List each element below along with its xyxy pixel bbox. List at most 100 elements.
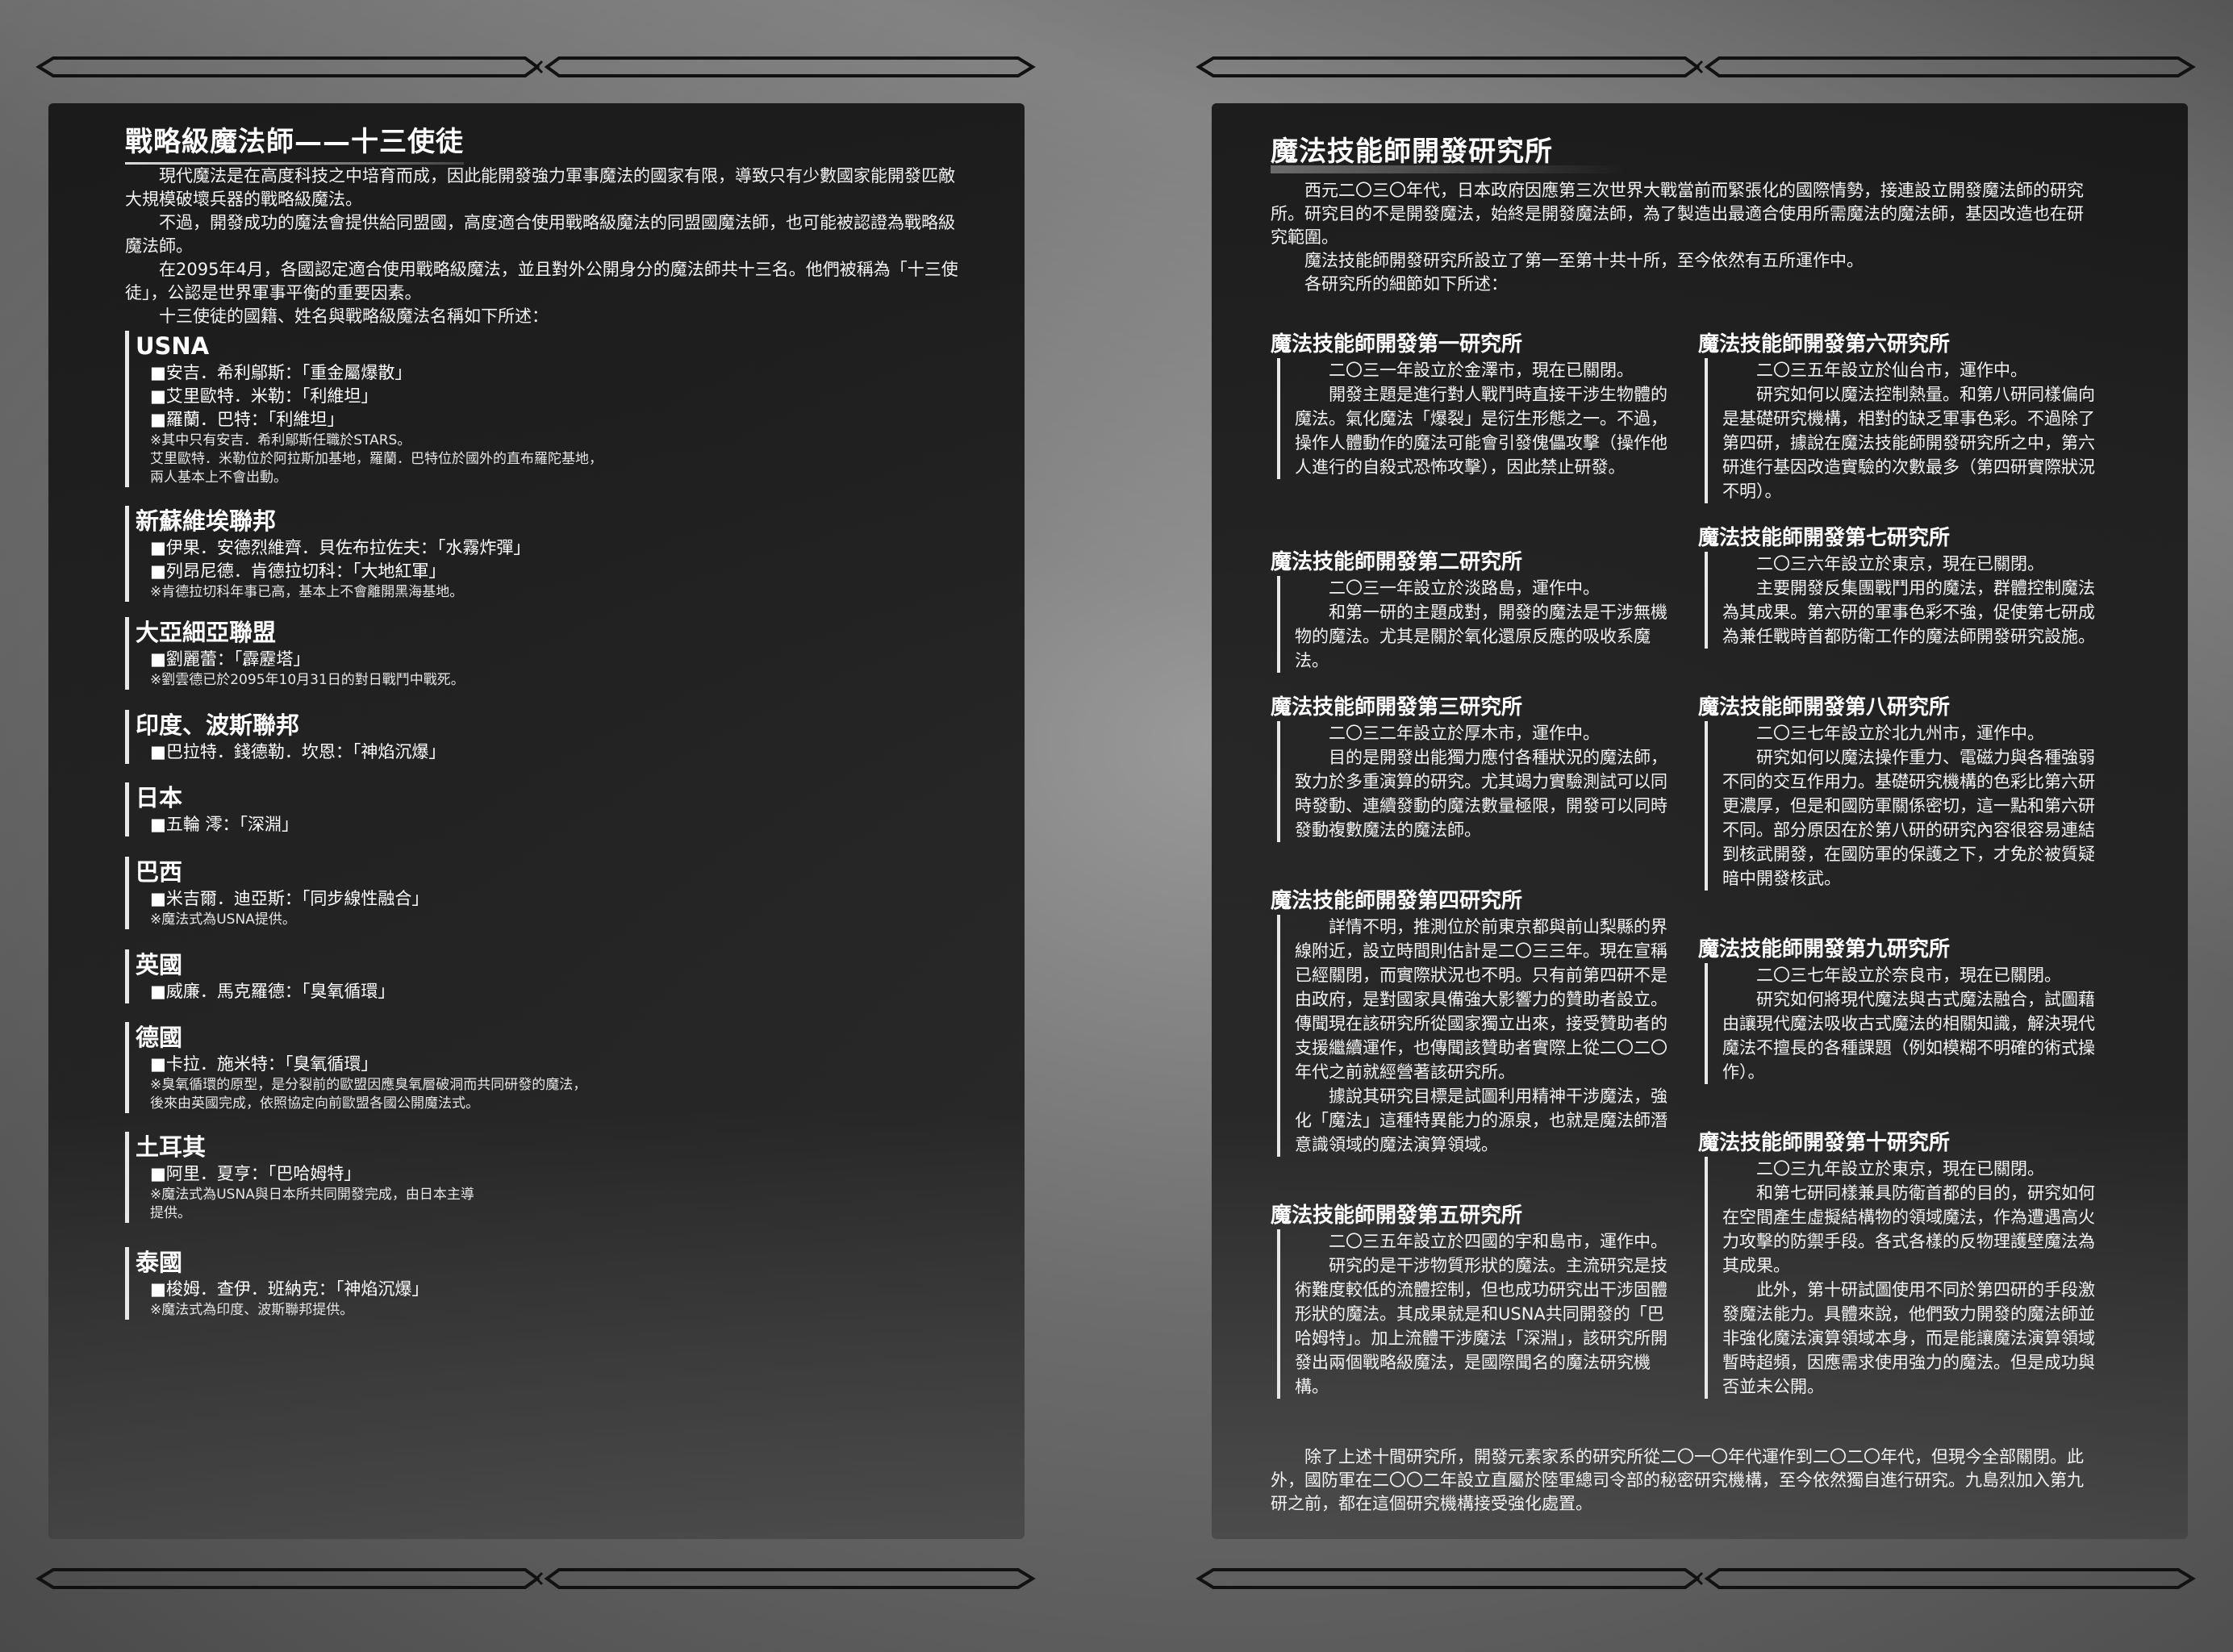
institute-paragraph: 二〇三五年設立於仙台市，運作中。 bbox=[1756, 361, 2027, 380]
nation-name: 土耳其 bbox=[136, 1133, 207, 1161]
nation-block-uk: 英國 ■威廉．馬克羅德：「臭氧循環」 bbox=[125, 949, 865, 1003]
institute-1: 魔法技能師開發第一研究所 二〇三一年設立於金澤市，現在已關閉。 開發主題是進行對… bbox=[1271, 331, 1678, 479]
nation-block-great-asian-alliance: 大亞細亞聯盟 ■劉麗蕾：「霹靂塔」 ※劉雲德已於2095年10月31日的對日戰鬥… bbox=[125, 617, 865, 690]
institute-heading: 魔法技能師開發第六研究所 bbox=[1698, 332, 1951, 357]
institute-3: 魔法技能師開發第三研究所 二〇三二年設立於厚木市，運作中。 目的是開發出能獨力應… bbox=[1271, 694, 1678, 842]
member-line: ■巴拉特．錢德勒．坎恩：「神焰沉爆」 bbox=[150, 742, 446, 761]
nation-name: 大亞細亞聯盟 bbox=[136, 619, 277, 646]
institute-4: 魔法技能師開發第四研究所 詳情不明，推測位於前東京都與前山梨縣的界線附近，設立時… bbox=[1271, 887, 1678, 1157]
nation-block-thailand: 泰國 ■梭姆．查伊．班納克：「神焰沉爆」 ※魔法式為印度、波斯聯邦提供。 bbox=[125, 1247, 865, 1320]
note-line: 兩人基本上不會出動。 bbox=[150, 469, 287, 486]
left-page-title-text: 戰略級魔法師——十三使徒 bbox=[125, 126, 464, 158]
institute-paragraph: 此外，第十研試圖使用不同於第四研的手段激發魔法能力。具體來說，他們致力開發的魔法… bbox=[1722, 1280, 2095, 1396]
institute-paragraph: 二〇三七年設立於奈良市，現在已關閉。 bbox=[1756, 966, 2061, 985]
member-line: ■梭姆．查伊．班納克：「神焰沉爆」 bbox=[150, 1279, 429, 1299]
institute-body: 二〇三一年設立於淡路島，運作中。 和第一研的主題成對，開發的魔法是干涉無機物的魔… bbox=[1277, 576, 1678, 673]
institute-paragraph: 二〇三七年設立於北九州市，運作中。 bbox=[1756, 724, 2044, 743]
nation-name: 德國 bbox=[136, 1024, 183, 1051]
intro-paragraph: 西元二〇三〇年代，日本政府因應第三次世界大戰當前而緊張化的國際情勢，接連設立開發… bbox=[1271, 181, 2084, 247]
nation-name: 新蘇維埃聯邦 bbox=[136, 507, 277, 535]
institute-body: 二〇三五年設立於四國的宇和島市，運作中。 研究的是干涉物質形狀的魔法。主流研究是… bbox=[1277, 1229, 1678, 1399]
member-line: ■威廉．馬克羅德：「臭氧循環」 bbox=[150, 982, 395, 1001]
institute-paragraph: 研究如何以魔法操作重力、電磁力與各種強弱不同的交互作用力。基礎研究機構的色彩比第… bbox=[1722, 748, 2095, 888]
institute-5: 魔法技能師開發第五研究所 二〇三五年設立於四國的宇和島市，運作中。 研究的是干涉… bbox=[1271, 1202, 1678, 1399]
institute-paragraph: 二〇三五年設立於四國的宇和島市，運作中。 bbox=[1329, 1232, 1667, 1251]
member-line: ■伊果．安德烈維齊．貝佐布拉佐夫：「水霧炸彈」 bbox=[150, 538, 531, 557]
left-page-title: 戰略級魔法師——十三使徒 bbox=[125, 119, 464, 165]
member-line: ■安吉．希利鄔斯：「重金屬爆散」 bbox=[150, 363, 412, 382]
institute-paragraph: 主要開發反集團戰鬥用的魔法，群體控制魔法為其成果。第六研的軍事色彩不強，促使第七… bbox=[1722, 578, 2095, 646]
closing-text: 除了上述十間研究所，開發元素家系的研究所從二〇一〇年代運作到二〇二〇年代，但現今… bbox=[1271, 1447, 2084, 1513]
nation-name: 泰國 bbox=[136, 1249, 183, 1276]
member-line: ■羅蘭．巴特：「利維坦」 bbox=[150, 410, 344, 429]
nation-name: 印度、波斯聯邦 bbox=[136, 711, 300, 739]
nation-name: 英國 bbox=[136, 951, 183, 978]
note-line: ※魔法式為USNA與日本所共同開發完成，由日本主導 bbox=[150, 1187, 474, 1203]
institute-paragraph: 開發主題是進行對人戰鬥時直接干涉生物體的魔法。氣化魔法「爆裂」是衍生形態之一。不… bbox=[1295, 385, 1667, 477]
institute-paragraph: 二〇三九年設立於東京，現在已關閉。 bbox=[1756, 1159, 2044, 1179]
intro-paragraph: 現代魔法是在高度科技之中培育而成，因此能開發強力軍事魔法的國家有限，導致只有少數… bbox=[125, 166, 955, 209]
institute-body: 二〇三五年設立於仙台市，運作中。 研究如何以魔法控制熱量。和第八研同樣偏向是基礎… bbox=[1705, 358, 2106, 503]
frame-bar-top-right bbox=[1189, 55, 2202, 79]
closing-paragraph: 除了上述十間研究所，開發元素家系的研究所從二〇一〇年代運作到二〇二〇年代，但現今… bbox=[1271, 1446, 2085, 1516]
intro-paragraph: 十三使徒的國籍、姓名與戰略級魔法名稱如下所述： bbox=[159, 307, 549, 326]
right-page-intro: 西元二〇三〇年代，日本政府因應第三次世界大戰當前而緊張化的國際情勢，接連設立開發… bbox=[1271, 179, 2085, 296]
institute-body: 二〇三七年設立於奈良市，現在已關閉。 研究如何將現代魔法與古式魔法融合，試圖藉由… bbox=[1705, 963, 2106, 1084]
nation-block-japan: 日本 ■五輪 澪：「深淵」 bbox=[125, 782, 865, 836]
right-page-title: 魔法技能師開發研究所 bbox=[1271, 129, 1626, 173]
institute-heading: 魔法技能師開發第七研究所 bbox=[1698, 526, 1951, 550]
frame-bar-bottom-right bbox=[1189, 1566, 2202, 1591]
institute-heading: 魔法技能師開發第二研究所 bbox=[1271, 550, 1523, 574]
note-line: 後來由英國完成，依照協定向前歐盟各國公開魔法式。 bbox=[150, 1095, 479, 1112]
institute-6: 魔法技能師開發第六研究所 二〇三五年設立於仙台市，運作中。 研究如何以魔法控制熱… bbox=[1698, 331, 2106, 503]
member-line: ■艾里歐特．米勒：「利維坦」 bbox=[150, 386, 378, 406]
institute-9: 魔法技能師開發第九研究所 二〇三七年設立於奈良市，現在已關閉。 研究如何將現代魔… bbox=[1698, 936, 2106, 1084]
institute-paragraph: 研究的是干涉物質形狀的魔法。主流研究是技術難度較低的流體控制，但也成功研究出干涉… bbox=[1295, 1256, 1667, 1396]
institute-8: 魔法技能師開發第八研究所 二〇三七年設立於北九州市，運作中。 研究如何以魔法操作… bbox=[1698, 694, 2106, 891]
intro-paragraph: 不過，開發成功的魔法會提供給同盟國，高度適合使用戰略級魔法的同盟國魔法師，也可能… bbox=[125, 213, 955, 256]
institute-body: 二〇三六年設立於東京，現在已關閉。 主要開發反集團戰鬥用的魔法，群體控制魔法為其… bbox=[1705, 552, 2106, 649]
institute-heading: 魔法技能師開發第一研究所 bbox=[1271, 332, 1523, 357]
institute-body: 二〇三九年設立於東京，現在已關閉。 和第七研同樣兼具防衛首都的目的，研究如何在空… bbox=[1705, 1157, 2106, 1399]
institute-paragraph: 二〇三一年設立於淡路島，運作中。 bbox=[1329, 578, 1600, 598]
nation-block-germany: 德國 ■卡拉．施米特：「臭氧循環」 ※臭氧循環的原型，是分裂前的歐盟因應臭氧層破… bbox=[125, 1022, 865, 1113]
member-line: ■卡拉．施米特：「臭氧循環」 bbox=[150, 1054, 378, 1074]
institute-paragraph: 和第七研同樣兼具防衛首都的目的，研究如何在空間產生虛擬結構物的領域魔法，作為遭遇… bbox=[1722, 1183, 2095, 1275]
institute-heading: 魔法技能師開發第三研究所 bbox=[1271, 695, 1523, 720]
intro-paragraph: 魔法技能師開發研究所設立了第一至第十共十所，至今依然有五所運作中。 bbox=[1304, 251, 1864, 270]
institute-7: 魔法技能師開發第七研究所 二〇三六年設立於東京，現在已關閉。 主要開發反集團戰鬥… bbox=[1698, 524, 2106, 649]
institute-paragraph: 二〇三二年設立於厚木市，運作中。 bbox=[1329, 724, 1600, 743]
right-page-title-text: 魔法技能師開發研究所 bbox=[1271, 136, 1553, 168]
nation-name: USNA bbox=[136, 332, 210, 360]
institute-heading: 魔法技能師開發第十研究所 bbox=[1698, 1131, 1951, 1155]
institute-paragraph: 研究如何將現代魔法與古式魔法融合，試圖藉由讓現代魔法吸收古式魔法的相關知識，解決… bbox=[1722, 990, 2095, 1082]
member-line: ■劉麗蕾：「霹靂塔」 bbox=[150, 649, 311, 669]
institute-body: 二〇三七年設立於北九州市，運作中。 研究如何以魔法操作重力、電磁力與各種強弱不同… bbox=[1705, 721, 2106, 891]
nation-name: 巴西 bbox=[136, 858, 183, 886]
note-line: ※其中只有安吉．希利鄔斯任職於STARS。 bbox=[150, 432, 411, 448]
intro-paragraph: 各研究所的細節如下所述： bbox=[1304, 274, 1508, 294]
institute-paragraph: 詳情不明，推測位於前東京都與前山梨縣的界線附近，設立時間則估計是二〇三三年。現在… bbox=[1295, 917, 1667, 1082]
institute-2: 魔法技能師開發第二研究所 二〇三一年設立於淡路島，運作中。 和第一研的主題成對，… bbox=[1271, 549, 1678, 673]
member-line: ■阿里．夏亨：「巴哈姆特」 bbox=[150, 1164, 361, 1183]
member-line: ■列昂尼德．肯德拉切科：「大地紅軍」 bbox=[150, 561, 446, 581]
institute-paragraph: 二〇三一年設立於金澤市，現在已關閉。 bbox=[1329, 361, 1634, 380]
frame-bar-bottom-left bbox=[29, 1566, 1042, 1591]
institute-body: 詳情不明，推測位於前東京都與前山梨縣的界線附近，設立時間則估計是二〇三三年。現在… bbox=[1277, 915, 1678, 1157]
institute-paragraph: 和第一研的主題成對，開發的魔法是干涉無機物的魔法。尤其是關於氧化還原反應的吸收系… bbox=[1295, 603, 1667, 670]
note-line: ※魔法式為USNA提供。 bbox=[150, 912, 296, 928]
frame-bar-top-left bbox=[29, 55, 1042, 79]
left-page-intro: 現代魔法是在高度科技之中培育而成，因此能開發強力軍事魔法的國家有限，導致只有少數… bbox=[125, 165, 964, 328]
institute-10: 魔法技能師開發第十研究所 二〇三九年設立於東京，現在已關閉。 和第七研同樣兼具防… bbox=[1698, 1129, 2106, 1399]
nation-block-usna: USNA ■安吉．希利鄔斯：「重金屬爆散」 ■艾里歐特．米勒：「利維坦」 ■羅蘭… bbox=[125, 331, 865, 487]
note-line: ※魔法式為印度、波斯聯邦提供。 bbox=[150, 1302, 354, 1318]
institute-paragraph: 目的是開發出能獨力應付各種狀況的魔法師，致力於多重演算的研究。尤其竭力實驗測試可… bbox=[1295, 748, 1667, 840]
institute-paragraph: 二〇三六年設立於東京，現在已關閉。 bbox=[1756, 554, 2044, 574]
institute-body: 二〇三一年設立於金澤市，現在已關閉。 開發主題是進行對人戰鬥時直接干涉生物體的魔… bbox=[1277, 358, 1678, 479]
nation-block-india-persia: 印度、波斯聯邦 ■巴拉特．錢德勒．坎恩：「神焰沉爆」 bbox=[125, 710, 865, 764]
nation-name: 日本 bbox=[136, 784, 183, 811]
institute-heading: 魔法技能師開發第五研究所 bbox=[1271, 1204, 1523, 1228]
note-line: ※劉雲德已於2095年10月31日的對日戰鬥中戰死。 bbox=[150, 672, 465, 688]
note-line: 提供。 bbox=[150, 1205, 191, 1221]
nation-block-brazil: 巴西 ■米吉爾．迪亞斯：「同步線性融合」 ※魔法式為USNA提供。 bbox=[125, 857, 865, 929]
